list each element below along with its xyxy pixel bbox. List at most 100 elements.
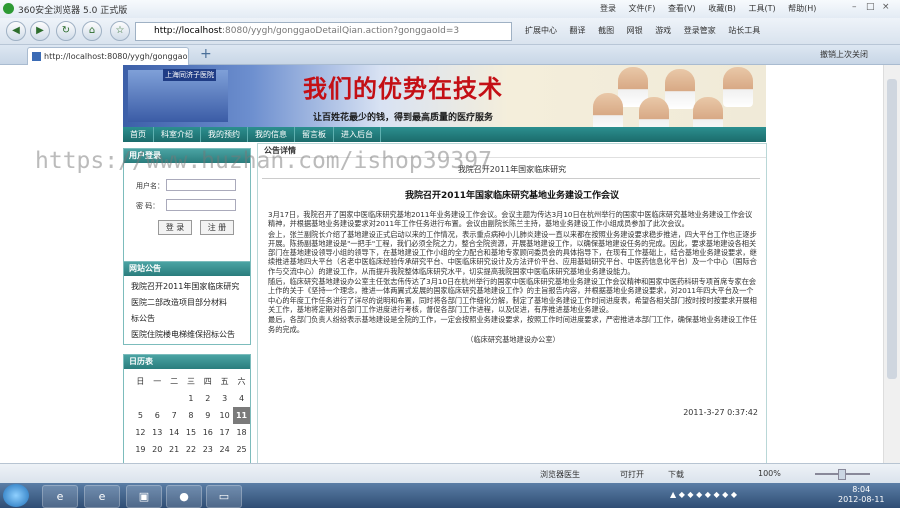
menu-view[interactable]: 查看(V) — [668, 4, 696, 13]
windows-taskbar: e e ▣ ● ▭ ▲ ◆ ◆ ◆ ◆ ◆ ◆ ◆ 8:04 2012-08-1… — [0, 483, 900, 508]
calendar-grid: 日 一 二 三 四 五 六 1 2 3 4 5 6 7 8 9 10 11 12 13 14 15 16 17 1… — [132, 373, 250, 463]
open-mode[interactable]: 可打开 — [620, 469, 644, 480]
minimize-icon[interactable]: – — [852, 2, 862, 12]
weekday-label: 四 — [203, 377, 212, 386]
back-icon[interactable]: ◀ — [6, 21, 26, 41]
calendar-day[interactable]: 21 — [166, 441, 183, 458]
favorite-star-icon[interactable]: ☆ — [110, 21, 130, 41]
username-input[interactable] — [166, 179, 236, 191]
calendar-day[interactable]: 11 — [233, 407, 250, 424]
new-tab-icon[interactable]: + — [200, 46, 212, 62]
calendar-day[interactable]: 23 — [199, 441, 216, 458]
tool-webmaster[interactable]: 站长工具 — [728, 26, 760, 35]
calendar-day[interactable]: 24 — [216, 441, 233, 458]
ie-icon[interactable]: e — [84, 485, 120, 508]
calendar-day[interactable]: 13 — [149, 424, 166, 441]
notice-item[interactable]: 我院召开2011年国家临床研究 — [124, 279, 250, 295]
calendar-day — [166, 390, 183, 407]
calendar-day[interactable]: 22 — [183, 441, 200, 458]
page-favicon-icon — [32, 52, 41, 61]
weekday-label: 六 — [237, 377, 246, 386]
login-button[interactable]: 登 录 — [158, 220, 192, 235]
calendar-day[interactable]: 20 — [149, 441, 166, 458]
vertical-scrollbar[interactable] — [883, 65, 900, 463]
notice-panel: 网站公告 我院召开2011年国家临床研究 医院二部改造项目部分材料 标公告 医院… — [123, 261, 251, 345]
calendar-day[interactable]: 17 — [216, 424, 233, 441]
menu-help[interactable]: 帮助(H) — [788, 4, 816, 13]
calendar-day[interactable]: 10 — [216, 407, 233, 424]
browser-360-icon[interactable]: e — [42, 485, 78, 508]
menu-favorites[interactable]: 收藏(B) — [708, 4, 736, 13]
forward-icon[interactable]: ▶ — [30, 21, 50, 41]
home-icon[interactable]: ⌂ — [82, 21, 102, 41]
calendar-day[interactable]: 5 — [132, 407, 149, 424]
browser-logo-icon — [3, 3, 14, 14]
banner-subslogan: 让百姓花最少的钱，得到最高质量的医疗服务 — [313, 113, 494, 123]
tool-screenshot[interactable]: 截图 — [598, 26, 614, 35]
address-bar[interactable]: http://localhost:8080/yygh/gonggaoDetail… — [135, 22, 512, 41]
site-nav: 首页 科室介绍 我的预约 我的信息 留言板 进入后台 — [123, 127, 766, 142]
nav-my-info[interactable]: 我的信息 — [248, 127, 295, 142]
nav-message-board[interactable]: 留言板 — [295, 127, 334, 142]
refresh-icon[interactable]: ↻ — [56, 21, 76, 41]
calendar-day[interactable]: 4 — [233, 390, 250, 407]
calendar-day[interactable]: 15 — [183, 424, 200, 441]
calendar-day[interactable]: 3 — [216, 390, 233, 407]
calendar-day[interactable]: 12 — [132, 424, 149, 441]
folder-icon[interactable]: ▭ — [206, 485, 242, 508]
app-title: 360安全浏览器 5.0 正式版 — [18, 6, 128, 16]
tool-translate[interactable]: 翻译 — [570, 26, 586, 35]
calendar-day[interactable]: 8 — [183, 407, 200, 424]
calendar-day[interactable]: 2 — [199, 390, 216, 407]
downloads[interactable]: 下载 — [668, 469, 684, 480]
nav-admin[interactable]: 进入后台 — [334, 127, 381, 142]
doctor-photo — [723, 67, 753, 107]
menu-file[interactable]: 文件(F) — [629, 4, 656, 13]
calendar-day[interactable]: 19 — [132, 441, 149, 458]
maximize-icon[interactable]: □ — [866, 2, 876, 12]
nav-my-appointments[interactable]: 我的预约 — [201, 127, 248, 142]
article-body: 3月17日，我院召开了国家中医临床研究基地2011年业务建设工作会议。会议主题为… — [268, 210, 758, 345]
site-banner: 上海同济子医院 我们的优势在技术 让百姓花最少的钱，得到最高质量的医疗服务 — [123, 65, 766, 137]
article-title: 我院召开2011年国家临床研究基地业务建设工作会议 — [404, 191, 620, 201]
menu-tools[interactable]: 工具(T) — [748, 4, 775, 13]
nav-home[interactable]: 首页 — [123, 127, 154, 142]
nav-departments[interactable]: 科室介绍 — [154, 127, 201, 142]
calendar-day[interactable]: 7 — [166, 407, 183, 424]
eclipse-icon[interactable]: ● — [166, 485, 202, 508]
taskbar-clock[interactable]: 8:04 2012-08-11 — [838, 485, 885, 505]
notice-item[interactable]: 医院住院楼电梯维保招标公告 — [124, 327, 250, 343]
calendar-panel: 日历表 日 一 二 三 四 五 六 1 2 3 4 5 6 7 8 9 10 11 12 13 14 15 1… — [123, 354, 251, 463]
app-icon[interactable]: ▣ — [126, 485, 162, 508]
calendar-day[interactable]: 25 — [233, 441, 250, 458]
tool-bank[interactable]: 网银 — [627, 26, 643, 35]
calendar-day[interactable]: 16 — [199, 424, 216, 441]
tool-login-manager[interactable]: 登录管家 — [684, 26, 716, 35]
zoom-level[interactable]: 100% — [758, 469, 781, 478]
start-button-icon[interactable] — [3, 484, 29, 507]
tab-title: http://localhost:8080/yygh/gonggao — [44, 52, 188, 61]
scrollbar-thumb[interactable] — [887, 79, 897, 379]
calendar-day[interactable]: 1 — [183, 390, 200, 407]
reopen-closed-tab[interactable]: 撤销上次关闭 — [820, 49, 868, 60]
zoom-slider-handle[interactable] — [838, 469, 846, 480]
close-icon[interactable]: × — [882, 2, 892, 12]
password-input[interactable] — [166, 199, 236, 211]
notice-item[interactable]: 医院二部改造项目部分材料 — [124, 295, 250, 311]
notice-item[interactable]: 标公告 — [124, 311, 250, 327]
watermark-text: https://www.huzhan.com/ishop39397 — [35, 148, 492, 174]
browser-doctor[interactable]: 浏览器医生 — [540, 469, 580, 480]
password-label: 密 码： — [136, 202, 160, 210]
calendar-day[interactable]: 9 — [199, 407, 216, 424]
tab-current[interactable]: http://localhost:8080/yygh/gonggao — [27, 47, 189, 65]
calendar-day — [149, 390, 166, 407]
calendar-day[interactable]: 18 — [233, 424, 250, 441]
menu-login[interactable]: 登录 — [600, 4, 616, 13]
article-date: 2011-3-27 0:37:42 — [683, 408, 758, 417]
system-tray[interactable]: ▲ ◆ ◆ ◆ ◆ ◆ ◆ ◆ — [670, 490, 737, 499]
calendar-day[interactable]: 14 — [166, 424, 183, 441]
tool-extensions[interactable]: 扩展中心 — [525, 26, 557, 35]
tool-games[interactable]: 游戏 — [655, 26, 671, 35]
calendar-day[interactable]: 6 — [149, 407, 166, 424]
register-button[interactable]: 注 册 — [200, 220, 234, 235]
